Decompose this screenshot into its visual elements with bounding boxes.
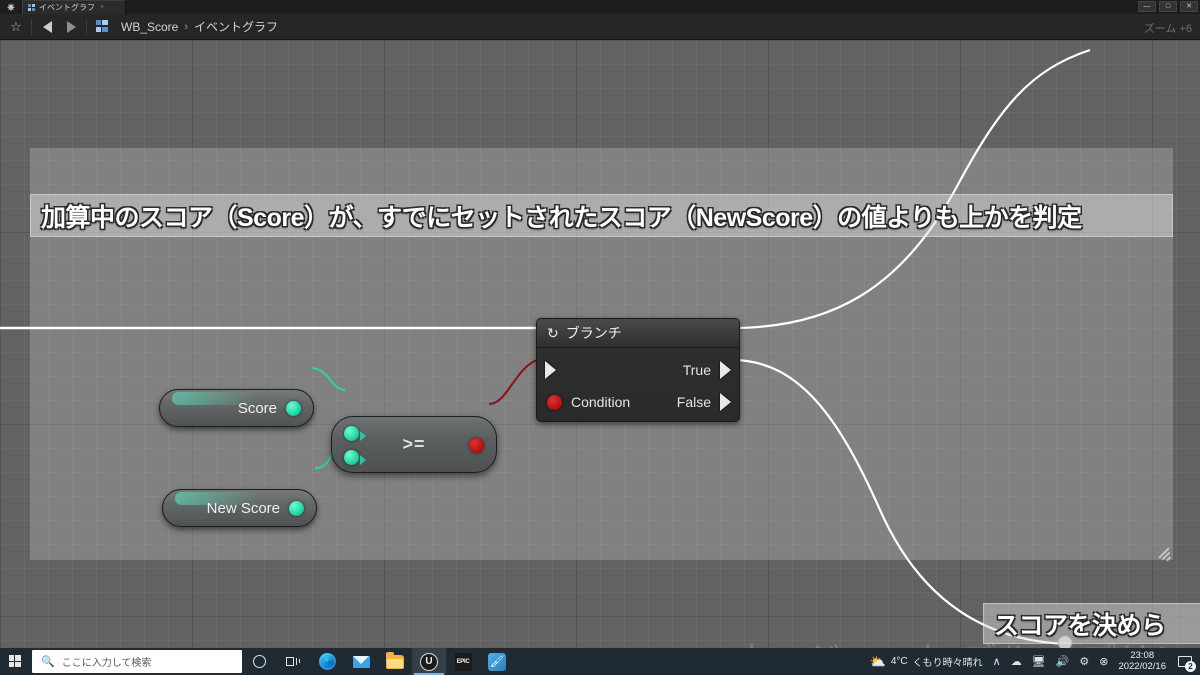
branch-node-body: Condition True False xyxy=(537,348,739,421)
weather-condition: くもり時々晴れ xyxy=(912,658,983,669)
divider xyxy=(86,18,87,35)
variable-node-new-score[interactable]: New Score xyxy=(162,489,317,527)
taskbar-search-box[interactable]: 🔍 ここに入力して検索 xyxy=(32,650,242,673)
forward-arrow-icon xyxy=(66,20,76,33)
title-bar: ⎈ イベントグラフ × — □ ✕ xyxy=(0,0,1200,14)
variable-label: New Score xyxy=(206,499,280,517)
tab-label: イベントグラフ xyxy=(39,2,95,12)
unreal-blueprint-editor-window: ⎈ イベントグラフ × — □ ✕ ☆ WB_Score › イベントグラフ ズ xyxy=(0,0,1200,675)
variable-node-score[interactable]: Score xyxy=(159,389,314,427)
pin-false-out[interactable]: False xyxy=(677,392,731,412)
show-hidden-icons-button[interactable]: ∧ xyxy=(993,655,1001,668)
branch-node[interactable]: ↻ ブランチ Condition True False xyxy=(536,318,740,422)
exec-pin-icon xyxy=(720,393,731,411)
windows-taskbar: 🔍 ここに入力して検索 U EPIC 🖌 ⛅ 4°C くもり時々晴れ ∧ ☁ 🖥… xyxy=(0,648,1200,675)
edge-icon xyxy=(318,653,336,670)
maximize-button[interactable]: □ xyxy=(1159,1,1177,12)
window-controls: — □ ✕ xyxy=(1138,1,1198,12)
start-button[interactable] xyxy=(0,648,30,675)
back-button[interactable] xyxy=(35,14,59,40)
exec-pin-icon xyxy=(720,361,731,379)
close-icon[interactable]: × xyxy=(100,4,104,11)
tab-event-graph[interactable]: イベントグラフ × xyxy=(22,0,126,14)
network-icon[interactable]: 🖥 xyxy=(1032,655,1046,668)
notification-center-button[interactable]: 2 xyxy=(1176,654,1196,672)
paint-icon: 🖌 xyxy=(488,652,506,671)
pin-label-false: False xyxy=(676,394,711,410)
blueprint-grid-icon xyxy=(95,20,109,33)
taskbar-app-mail[interactable] xyxy=(344,648,378,675)
weather-temperature: 4°C xyxy=(890,656,908,667)
taskbar-app-file-explorer[interactable] xyxy=(378,648,412,675)
clock-date: 2022/02/16 xyxy=(1118,660,1166,672)
clock-time: 23:08 xyxy=(1130,649,1155,661)
event-graph-canvas[interactable]: 加算中のスコア（Score）が、すでにセットされたスコア（NewScore）の値… xyxy=(0,40,1200,648)
comment-banner-score[interactable]: スコアを決めら xyxy=(983,603,1200,644)
branch-node-header[interactable]: ↻ ブランチ xyxy=(537,319,739,348)
pin-output-score[interactable] xyxy=(286,400,301,416)
bool-pin-icon xyxy=(547,394,562,410)
cortana-circle-icon xyxy=(252,655,266,668)
search-placeholder: ここに入力して検索 xyxy=(61,658,152,669)
pin-arrow-icon xyxy=(360,455,366,465)
breadcrumb-root[interactable]: WB_Score xyxy=(121,20,178,34)
taskbar-app-edge[interactable] xyxy=(310,648,344,675)
variable-label: Score xyxy=(237,399,277,417)
pin-output-bool[interactable] xyxy=(469,438,484,453)
partly-cloudy-icon: ⛅ xyxy=(869,653,886,669)
comment-text: スコアを決めら xyxy=(994,611,1166,640)
comment-text: 加算中のスコア（Score）が、すでにセットされたスコア（NewScore）の値… xyxy=(41,203,1082,232)
branch-refresh-icon: ↻ xyxy=(547,325,559,341)
windows-start-icon xyxy=(8,655,22,668)
bluetooth-icon[interactable]: ⚙ xyxy=(1079,655,1089,668)
notification-badge: 2 xyxy=(1185,660,1196,672)
mail-icon xyxy=(352,655,370,668)
breadcrumb-bar: ☆ WB_Score › イベントグラフ ズーム +6 xyxy=(0,14,1200,40)
file-explorer-icon xyxy=(386,651,404,669)
divider xyxy=(31,18,32,35)
clock-widget[interactable]: 23:08 2022/02/16 xyxy=(1118,649,1166,673)
branch-node-title: ブランチ xyxy=(565,325,622,341)
star-icon: ☆ xyxy=(10,19,22,34)
blueprint-grid-icon xyxy=(28,3,36,12)
unreal-engine-logo-icon: ⎈ xyxy=(7,1,15,12)
pin-label-condition: Condition xyxy=(571,394,631,410)
breadcrumb-current[interactable]: イベントグラフ xyxy=(194,18,278,35)
back-arrow-icon xyxy=(42,20,52,33)
search-icon: 🔍 xyxy=(41,656,55,668)
system-tray: ⛅ 4°C くもり時々晴れ ∧ ☁ 🖥 🔊 ⚙ ⊗ 23:08 2022/02/… xyxy=(870,649,1200,673)
taskbar-app-epic-games[interactable]: EPIC xyxy=(446,648,480,675)
pin-condition-in[interactable]: Condition xyxy=(547,392,630,412)
unreal-engine-icon: U xyxy=(420,652,438,671)
comment-banner-main[interactable]: 加算中のスコア（Score）が、すでにセットされたスコア（NewScore）の値… xyxy=(30,194,1173,237)
zoom-level-label: ズーム +6 xyxy=(1143,23,1192,35)
forward-button[interactable] xyxy=(59,14,83,40)
eject-icon[interactable]: ⊗ xyxy=(1099,655,1108,668)
pin-output-new-score[interactable] xyxy=(289,500,304,516)
close-button[interactable]: ✕ xyxy=(1180,1,1198,12)
pin-exec-in[interactable] xyxy=(545,360,556,380)
chevron-right-icon: › xyxy=(184,20,189,33)
exec-pin-icon xyxy=(545,361,556,379)
volume-icon[interactable]: 🔊 xyxy=(1056,655,1070,668)
cortana-button[interactable] xyxy=(242,648,276,675)
weather-widget[interactable]: ⛅ 4°C くもり時々晴れ xyxy=(870,654,983,670)
minimize-button[interactable]: — xyxy=(1138,1,1156,12)
taskbar-app-unreal-engine[interactable]: U xyxy=(412,648,446,675)
epic-games-icon: EPIC xyxy=(454,652,472,671)
task-view-button[interactable] xyxy=(276,648,310,675)
pin-label-true: True xyxy=(682,362,711,378)
onedrive-icon[interactable]: ☁ xyxy=(1011,655,1022,668)
blueprint-button[interactable] xyxy=(90,14,114,40)
taskbar-app-paint[interactable]: 🖌 xyxy=(480,648,514,675)
comparison-node[interactable]: >= xyxy=(331,416,497,473)
task-view-icon xyxy=(285,656,301,668)
favorite-button[interactable]: ☆ xyxy=(4,14,28,40)
pin-true-out[interactable]: True xyxy=(683,360,731,380)
